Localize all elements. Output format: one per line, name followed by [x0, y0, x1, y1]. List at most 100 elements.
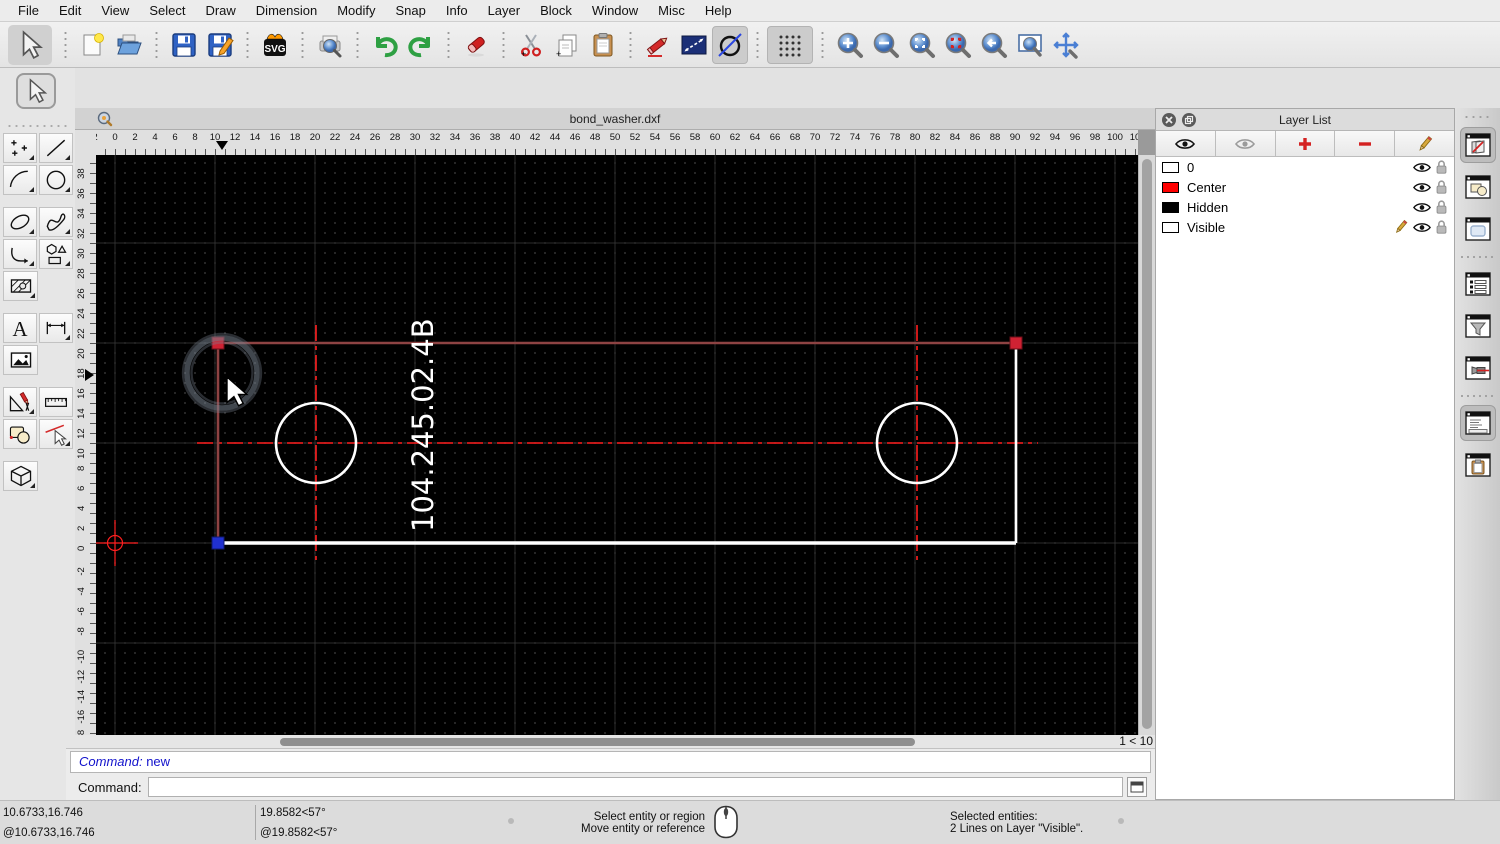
undo-button[interactable] — [367, 26, 403, 64]
dock-drag-handle[interactable] — [1463, 112, 1492, 122]
text-tool-button[interactable] — [3, 313, 37, 343]
dimension-tool-button[interactable] — [39, 313, 73, 343]
layer-visibility-eye-icon[interactable] — [1413, 201, 1431, 214]
hatch-tool-button[interactable] — [3, 271, 38, 301]
new-document-button[interactable] — [75, 26, 111, 64]
palette-drag-handle[interactable] — [6, 122, 70, 130]
command-widget-dock-button[interactable] — [1459, 405, 1496, 441]
zoom-in-button[interactable] — [832, 26, 868, 64]
menu-draw[interactable]: Draw — [195, 0, 245, 22]
spline-tool-button[interactable] — [39, 207, 73, 237]
layer-lock-icon[interactable] — [1435, 159, 1448, 175]
select-tool-button[interactable] — [8, 24, 52, 65]
add-layer-button[interactable] — [1275, 131, 1336, 156]
layer-visibility-eye-icon[interactable] — [1413, 181, 1431, 194]
close-panel-button[interactable] — [1162, 112, 1176, 127]
document-titlebar[interactable]: bond_washer.dxf — [75, 108, 1155, 130]
line-tool-button[interactable] — [39, 133, 73, 163]
draft-mode-toggle[interactable] — [712, 25, 748, 64]
zoom-selected-button[interactable] — [940, 26, 976, 64]
print-preview-button[interactable] — [312, 26, 348, 64]
show-all-layers-button[interactable] — [1156, 131, 1216, 156]
image-tool-button[interactable] — [3, 345, 38, 375]
command-detach-button[interactable] — [1127, 777, 1147, 797]
redo-button[interactable] — [403, 26, 439, 64]
entity-list-dock-button[interactable] — [1460, 266, 1496, 302]
save-as-button[interactable] — [202, 26, 238, 64]
command-history-value: new — [146, 754, 171, 769]
menu-block[interactable]: Block — [530, 0, 582, 22]
layer-row-visible[interactable]: Visible — [1156, 217, 1454, 237]
menu-modify[interactable]: Modify — [327, 0, 385, 22]
edit-layer-button[interactable] — [1395, 131, 1454, 156]
layer-lock-icon[interactable] — [1435, 199, 1448, 215]
layer-color-swatch[interactable] — [1162, 181, 1179, 193]
layer-list-dock-button[interactable] — [1459, 127, 1496, 163]
zoom-out-button[interactable] — [868, 26, 904, 64]
circle-tool-button[interactable] — [39, 165, 73, 195]
layer-color-swatch[interactable] — [1162, 161, 1179, 173]
shapes-tool-button[interactable] — [39, 239, 73, 269]
layer-lock-icon[interactable] — [1435, 219, 1448, 235]
menu-help[interactable]: Help — [695, 0, 742, 22]
horizontal-scrollbar[interactable] — [280, 738, 915, 746]
layer-visibility-eye-icon[interactable] — [1413, 161, 1431, 174]
menu-snap[interactable]: Snap — [386, 0, 436, 22]
modify-tool-button[interactable] — [3, 387, 37, 417]
layer-row-center[interactable]: Center — [1156, 177, 1454, 197]
layer-visibility-eye-icon[interactable] — [1413, 221, 1431, 234]
selection-filter-dock-button[interactable] — [1460, 308, 1496, 344]
arc-tool-button[interactable] — [3, 165, 37, 195]
library-browser-dock-button[interactable] — [1460, 211, 1496, 247]
polyline-tool-button[interactable] — [3, 239, 37, 269]
paste-button[interactable] — [585, 26, 621, 64]
selection-arrow-button[interactable] — [16, 73, 56, 109]
zoom-pan-button[interactable] — [1048, 26, 1084, 64]
points-tool-button[interactable] — [3, 133, 37, 163]
command-input[interactable] — [147, 777, 1123, 797]
layer-row-0[interactable]: 0 — [1156, 157, 1454, 177]
layer-row-hidden[interactable]: Hidden — [1156, 197, 1454, 217]
layer-lock-icon[interactable] — [1435, 179, 1448, 195]
ruler-tick-label: 32 — [429, 132, 441, 143]
ruler-tick-label: 58 — [689, 132, 701, 143]
3d-tool-button[interactable] — [3, 461, 38, 491]
menu-view[interactable]: View — [91, 0, 139, 22]
vertical-scrollbar[interactable] — [1138, 155, 1155, 735]
copy-button[interactable] — [549, 26, 585, 64]
layer-color-swatch[interactable] — [1162, 201, 1179, 213]
pen-attributes-button[interactable] — [640, 26, 676, 64]
menu-window[interactable]: Window — [582, 0, 648, 22]
menu-dimension[interactable]: Dimension — [246, 0, 327, 22]
clipboard-dock-button[interactable] — [1460, 447, 1496, 483]
menu-edit[interactable]: Edit — [49, 0, 91, 22]
block-list-dock-button[interactable] — [1460, 169, 1496, 205]
zoom-window-button[interactable] — [1012, 26, 1048, 64]
menu-info[interactable]: Info — [436, 0, 478, 22]
menu-misc[interactable]: Misc — [648, 0, 695, 22]
select-entity-tool-button[interactable] — [39, 419, 73, 449]
remove-layer-button[interactable] — [1335, 131, 1396, 156]
delete-eraser-button[interactable] — [458, 26, 494, 64]
open-file-button[interactable] — [111, 26, 147, 64]
distance-line-button[interactable] — [676, 26, 712, 64]
layer-color-swatch[interactable] — [1162, 221, 1179, 233]
menu-file[interactable]: File — [8, 0, 49, 22]
menu-layer[interactable]: Layer — [478, 0, 531, 22]
cut-button[interactable] — [513, 26, 549, 64]
zoom-previous-button[interactable] — [976, 26, 1012, 64]
block-tool-button[interactable] — [3, 419, 37, 449]
ellipse-tool-button[interactable] — [3, 207, 37, 237]
part-number-text[interactable]: 104.245.02.4B — [406, 318, 440, 532]
export-svg-button[interactable] — [257, 26, 293, 64]
drawing-canvas[interactable]: 104.245.02.4B — [96, 155, 1138, 735]
ruler-tick-label: 20 — [309, 132, 321, 143]
undock-panel-button[interactable] — [1182, 112, 1196, 127]
measure-tool-button[interactable] — [39, 387, 73, 417]
menu-select[interactable]: Select — [139, 0, 195, 22]
grid-toggle[interactable] — [767, 25, 813, 64]
named-views-dock-button[interactable] — [1460, 350, 1496, 386]
save-button[interactable] — [166, 26, 202, 64]
zoom-auto-button[interactable] — [904, 26, 940, 64]
hide-all-layers-button[interactable] — [1215, 131, 1276, 156]
